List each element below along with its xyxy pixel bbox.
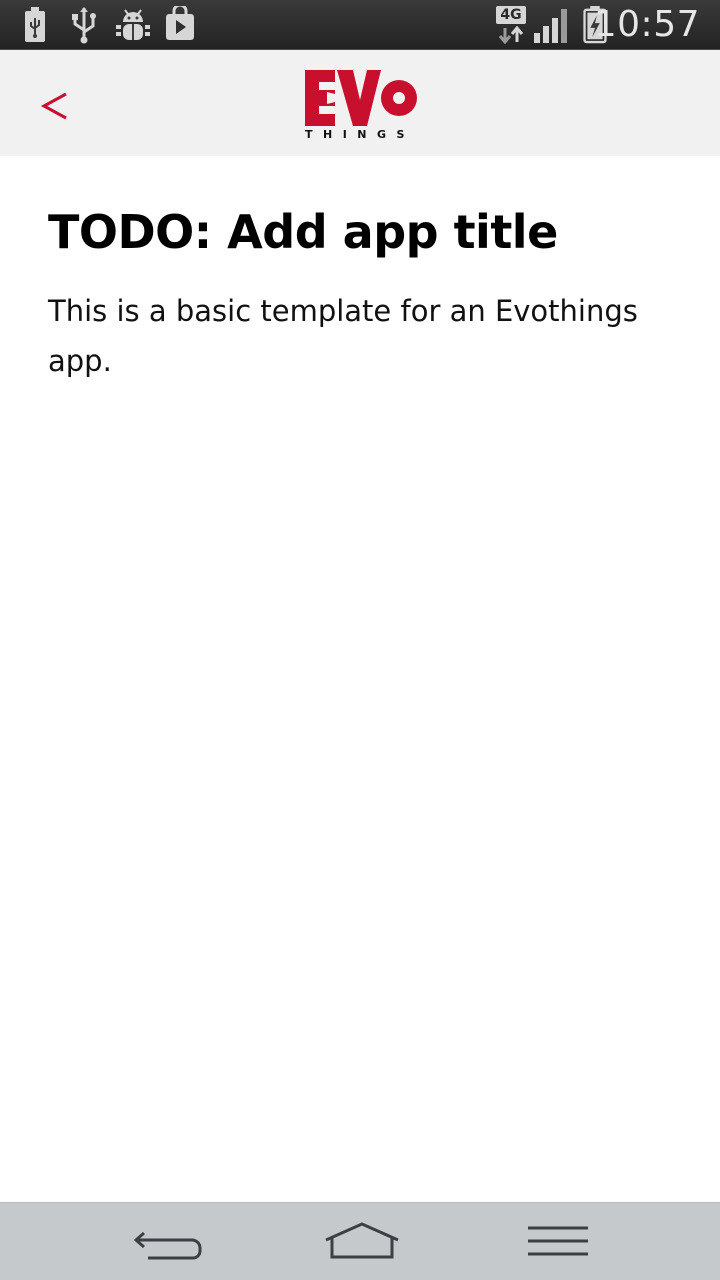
menu-nav-icon xyxy=(528,1226,588,1256)
usb-icon xyxy=(72,7,96,44)
system-navigation-bar xyxy=(0,1202,720,1280)
status-time: 10:57 xyxy=(593,4,700,45)
back-nav-icon xyxy=(133,1231,202,1260)
main-content: TODO: Add app title This is a basic temp… xyxy=(48,190,678,386)
network-type-label: 4G xyxy=(496,6,526,24)
back-button[interactable] xyxy=(30,80,80,130)
play-store-icon xyxy=(166,6,194,40)
nav-back-button[interactable] xyxy=(100,1203,240,1280)
evothings-logo: THINGS xyxy=(305,70,417,141)
app-screen: 4G 10:57 THINGS TODO: Add app title This… xyxy=(0,0,720,1280)
network-4g-icon: 4G xyxy=(496,6,526,44)
page-title: TODO: Add app title xyxy=(48,205,558,259)
status-bar: 4G 10:57 xyxy=(0,0,720,50)
nav-menu-button[interactable] xyxy=(488,1203,628,1280)
svg-text:THINGS: THINGS xyxy=(305,128,415,140)
nav-home-button[interactable] xyxy=(292,1203,432,1280)
android-debug-icon xyxy=(116,9,150,40)
app-header: THINGS xyxy=(0,50,720,156)
signal-strength-icon xyxy=(534,9,567,43)
usb-battery-icon xyxy=(25,7,45,42)
chevron-left-icon xyxy=(40,92,67,120)
page-description: This is a basic template for an Evothing… xyxy=(48,294,638,378)
home-nav-icon xyxy=(325,1222,399,1259)
